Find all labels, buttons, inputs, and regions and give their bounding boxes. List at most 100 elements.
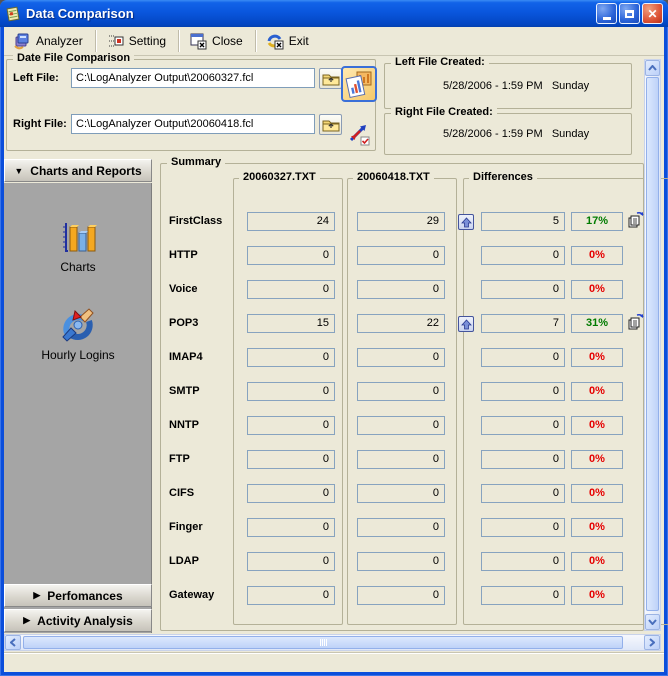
sidebar-panel: Charts Hourly Logins: [4, 183, 152, 633]
right-file-value: 0: [357, 552, 445, 571]
row-label-ldap: LDAP: [169, 555, 231, 567]
up-arrow-icon: [461, 217, 472, 228]
copy-report-icon[interactable]: [627, 211, 645, 229]
sidebar-section-label: Charts and Reports: [30, 164, 141, 178]
left-file-value: 15: [247, 314, 335, 333]
right-file-browse-button[interactable]: [319, 114, 342, 135]
minimize-button[interactable]: [596, 3, 617, 24]
right-file-value: 22: [357, 314, 445, 333]
scroll-down-button[interactable]: [645, 614, 660, 630]
toolbar-button-label: Exit: [289, 34, 309, 48]
left-file-browse-button[interactable]: [319, 68, 342, 89]
row-label-cifs: CIFS: [169, 487, 231, 499]
difference-value: 0: [481, 450, 565, 469]
sidebar-section-activity-analysis[interactable]: ▶ Activity Analysis: [4, 609, 152, 632]
row-label-imap4: IMAP4: [169, 351, 231, 363]
chevron-left-icon: [10, 638, 16, 647]
analyzer-toolbar-button[interactable]: Analyzer: [8, 30, 91, 52]
maximize-button[interactable]: [619, 3, 640, 24]
app-window: Data Comparison ✕ Analyzer Setting Close Ex…: [0, 0, 668, 676]
scroll-right-button[interactable]: [644, 635, 660, 650]
chevron-up-icon: [648, 65, 657, 71]
sidebar-item-hourly-logins[interactable]: Hourly Logins: [4, 305, 152, 389]
row-label-gateway: Gateway: [169, 589, 231, 601]
sync-arrows-icon[interactable]: [347, 122, 371, 146]
left-file-created-value: 5/28/2006 - 1:59 PM Sunday: [443, 80, 589, 92]
copy-report-icon[interactable]: [627, 313, 645, 331]
row-label-firstclass: FirstClass: [169, 215, 231, 227]
date-file-comparison-group: Date File Comparison Left File: Right Fi…: [6, 59, 376, 151]
right-file-value: 0: [357, 348, 445, 367]
increase-arrow-button[interactable]: [458, 316, 474, 332]
sidebar-section-charts-and-reports[interactable]: ▼ Charts and Reports: [4, 159, 152, 182]
sidebar-item-charts-label: Charts: [4, 260, 152, 274]
column-header-differences: Differences: [469, 171, 537, 183]
left-file-value: 0: [247, 246, 335, 265]
right-file-value: 0: [357, 484, 445, 503]
difference-value: 0: [481, 586, 565, 605]
folder-open-icon: [322, 72, 340, 86]
scroll-grip: [320, 639, 327, 646]
left-file-value: 0: [247, 416, 335, 435]
difference-value: 0: [481, 518, 565, 537]
setting-icon: [106, 32, 124, 50]
summary-group: Summary 20060327.TXT 20060418.TXT Differ…: [160, 163, 644, 631]
right-file-value: 0: [357, 280, 445, 299]
left-file-field-wrap: [71, 68, 315, 88]
difference-value: 0: [481, 552, 565, 571]
toolbar-button-label: Close: [212, 34, 243, 48]
close-icon: ✕: [647, 8, 657, 20]
increase-arrow-button[interactable]: [458, 214, 474, 230]
vertical-scrollbar[interactable]: [644, 59, 661, 631]
column-header-left-file: 20060327.TXT: [239, 171, 320, 183]
difference-value: 0: [481, 280, 565, 299]
difference-percent: 17%: [571, 212, 623, 231]
close-button[interactable]: ✕: [642, 3, 663, 24]
sidebar-item-charts[interactable]: Charts: [4, 219, 152, 299]
toolbar-separator: [255, 30, 257, 52]
toolbar-separator: [95, 30, 97, 52]
column-header-right-file: 20060418.TXT: [353, 171, 434, 183]
scroll-left-button[interactable]: [5, 635, 21, 650]
left-file-created-title: Left File Created:: [391, 56, 489, 68]
right-file-input[interactable]: [71, 114, 315, 134]
compare-button[interactable]: [341, 66, 377, 102]
toolbar-button-label: Analyzer: [36, 34, 83, 48]
difference-value: 0: [481, 246, 565, 265]
row-label-http: HTTP: [169, 249, 231, 261]
exit-toolbar-button[interactable]: Exit: [261, 30, 317, 52]
close-toolbar-button[interactable]: Close: [184, 30, 251, 52]
folder-open-icon: [322, 118, 340, 132]
setting-toolbar-button[interactable]: Setting: [101, 30, 174, 52]
title-bar[interactable]: Data Comparison ✕: [0, 0, 668, 27]
vertical-scroll-thumb[interactable]: [646, 77, 659, 611]
left-file-value: 0: [247, 450, 335, 469]
row-label-smtp: SMTP: [169, 385, 231, 397]
scroll-up-button[interactable]: [645, 60, 660, 76]
left-file-input[interactable]: [71, 68, 315, 88]
right-file-created-title: Right File Created:: [391, 106, 497, 118]
difference-percent: 31%: [571, 314, 623, 333]
toolbar-separator: [178, 30, 180, 52]
difference-value: 0: [481, 484, 565, 503]
minimize-icon: [603, 17, 611, 20]
difference-value: 0: [481, 382, 565, 401]
analyzer-icon: [13, 32, 31, 50]
left-file-value: 0: [247, 382, 335, 401]
sidebar-section-perfomances[interactable]: ▶ Perfomances: [4, 584, 152, 607]
left-file-value: 24: [247, 212, 335, 231]
toolbar-button-label: Setting: [129, 34, 166, 48]
difference-percent: 0%: [571, 586, 623, 605]
difference-percent: 0%: [571, 246, 623, 265]
exit-icon: [266, 32, 284, 50]
difference-value: 0: [481, 416, 565, 435]
client-area: Analyzer Setting Close Exit Date File Compa…: [4, 27, 664, 672]
chevron-down-icon: ▼: [14, 166, 23, 176]
horizontal-scrollbar[interactable]: [4, 634, 661, 651]
right-file-value: 0: [357, 382, 445, 401]
maximize-icon: [625, 10, 634, 18]
left-file-value: 0: [247, 518, 335, 537]
hourly-logins-icon: [57, 305, 99, 345]
horizontal-scroll-thumb[interactable]: [23, 636, 623, 649]
chevron-right-icon: [649, 638, 655, 647]
